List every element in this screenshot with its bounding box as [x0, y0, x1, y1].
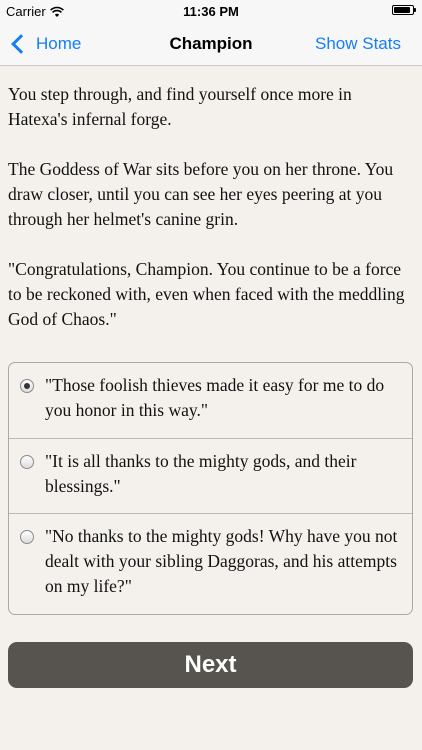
- radio-button-icon[interactable]: [20, 455, 34, 469]
- status-time: 11:36 PM: [183, 4, 239, 19]
- choice-option[interactable]: "No thanks to the mighty gods! Why have …: [9, 514, 412, 614]
- battery-icon: [392, 5, 416, 15]
- radio-button-icon[interactable]: [20, 530, 34, 544]
- show-stats-button[interactable]: Show Stats: [315, 22, 401, 65]
- choice-text: "Those foolish thieves made it easy for …: [45, 375, 385, 420]
- story-paragraph: You step through, and find yourself once…: [8, 84, 352, 129]
- next-button[interactable]: Next: [8, 642, 413, 688]
- home-back-button[interactable]: Home: [10, 22, 81, 66]
- status-bar: Carrier 11:36 PM: [0, 0, 422, 22]
- back-button-label: Home: [36, 34, 82, 53]
- story-paragraph: "Congratulations, Champion. You continue…: [8, 259, 405, 329]
- story-paragraph: The Goddess of War sits before you on he…: [8, 159, 394, 229]
- navigation-bar: Home Champion Show Stats: [0, 22, 422, 66]
- choice-option[interactable]: "It is all thanks to the mighty gods, an…: [9, 439, 412, 514]
- choice-text: "No thanks to the mighty gods! Why have …: [45, 526, 398, 596]
- story-text: You step through, and find yourself once…: [8, 82, 413, 357]
- chevron-left-icon: [11, 34, 31, 54]
- choice-list: "Those foolish thieves made it easy for …: [8, 362, 413, 615]
- choice-option[interactable]: "Those foolish thieves made it easy for …: [9, 363, 412, 439]
- choice-text: "It is all thanks to the mighty gods, an…: [45, 451, 357, 496]
- radio-button-icon[interactable]: [20, 379, 34, 393]
- battery-fill: [394, 7, 410, 13]
